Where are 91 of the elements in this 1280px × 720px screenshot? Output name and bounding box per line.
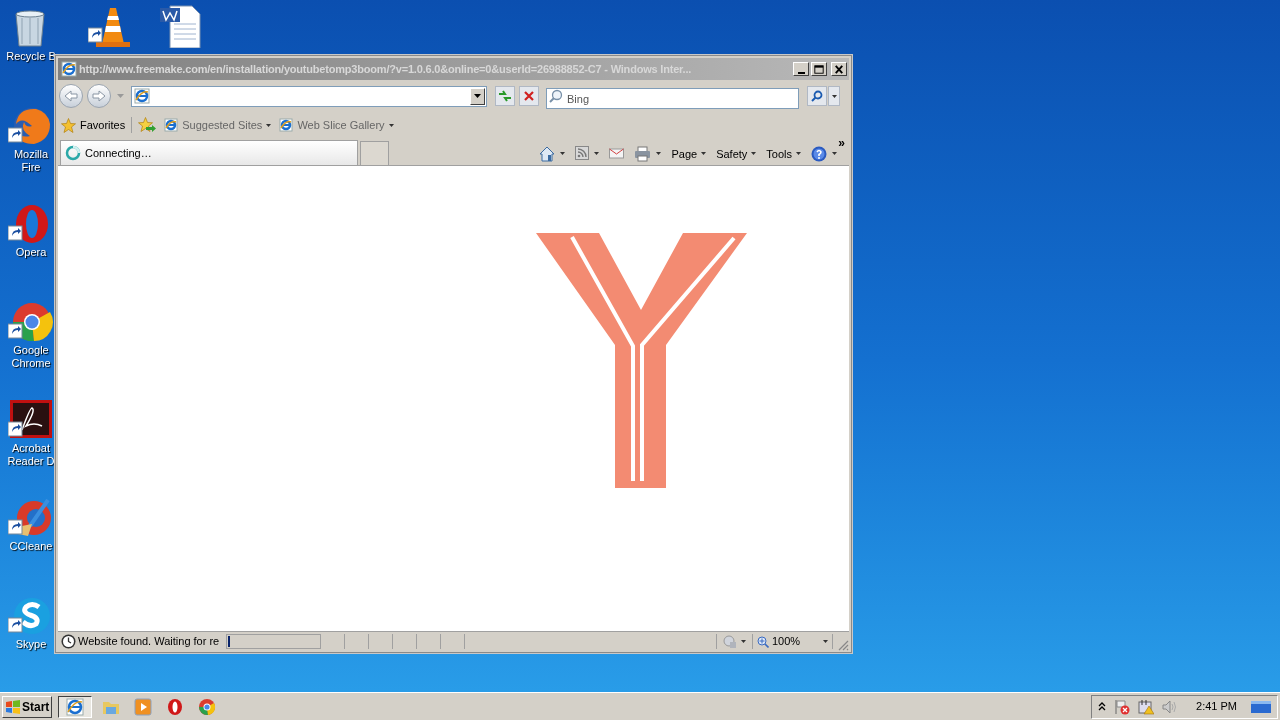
close-button[interactable] <box>831 62 847 76</box>
browser-tab[interactable]: Connecting… <box>60 140 358 165</box>
zoom-button[interactable]: 100% <box>753 634 833 649</box>
page-icon <box>164 118 179 132</box>
caret-icon <box>831 94 837 98</box>
globe-lock-icon <box>723 634 737 649</box>
chrome-icon <box>198 697 217 716</box>
maximize-icon <box>812 62 826 76</box>
new-tab-button[interactable] <box>360 141 389 165</box>
forward-button[interactable] <box>87 84 111 108</box>
caret-icon <box>594 152 600 156</box>
start-button[interactable]: Start <box>2 695 53 718</box>
caret-icon <box>796 152 801 156</box>
refresh-button[interactable] <box>495 86 515 106</box>
back-button[interactable] <box>59 84 83 108</box>
network-warning-icon <box>1138 698 1155 715</box>
caret-icon <box>474 94 481 98</box>
clock-icon <box>60 634 76 649</box>
close-icon <box>832 62 846 76</box>
caret-icon <box>560 152 566 156</box>
caret-icon <box>823 640 828 643</box>
caret-icon <box>751 152 757 156</box>
search-button[interactable] <box>807 86 827 106</box>
windows-logo-icon <box>5 699 21 714</box>
zoom-icon <box>757 635 769 648</box>
recent-pages-button[interactable] <box>115 91 125 101</box>
feed-button[interactable] <box>575 145 600 162</box>
caret-icon <box>741 640 746 643</box>
search-field[interactable]: Bing <box>546 88 799 109</box>
page-icon <box>134 88 150 104</box>
caret-icon <box>266 123 272 127</box>
home-icon <box>539 145 556 162</box>
clock[interactable]: 2:41 PM <box>1196 698 1237 715</box>
command-menu-button[interactable]: Tools <box>766 145 801 162</box>
caret-icon <box>832 152 837 156</box>
mail-button[interactable] <box>609 145 625 162</box>
help-icon <box>811 145 827 162</box>
favorites-bar-link[interactable]: Web Slice Gallery <box>279 116 394 134</box>
forward-arrow-icon <box>92 90 106 102</box>
stop-button[interactable] <box>519 86 539 106</box>
address-field[interactable] <box>131 85 487 107</box>
caret-icon <box>116 94 124 98</box>
ie-logo-icon <box>61 61 77 77</box>
star-icon <box>61 117 76 133</box>
search-options-button[interactable] <box>828 86 840 106</box>
star-arrow-icon <box>138 117 157 133</box>
chrome-icon <box>8 300 54 344</box>
printer-button[interactable] <box>634 145 662 162</box>
status-text: Website found. Waiting for re <box>78 634 221 650</box>
show-desktop-button[interactable] <box>1251 698 1271 715</box>
search-icon <box>811 90 823 102</box>
minimize-button[interactable] <box>793 62 809 76</box>
desktop-icon-label[interactable]: Mozilla Fire <box>4 148 58 174</box>
home-button[interactable] <box>539 145 566 162</box>
address-dropdown-button[interactable] <box>470 87 485 105</box>
flag-error-icon <box>1114 698 1131 715</box>
stop-icon <box>523 90 535 102</box>
more-commands-chevron[interactable]: » <box>838 136 845 150</box>
speaker-icon <box>1162 698 1179 715</box>
command-menu-button[interactable]: Safety <box>716 145 757 162</box>
maximize-button[interactable] <box>811 62 827 76</box>
desktop-icon-label[interactable]: Opera <box>15 246 47 259</box>
show-hidden-icons-button[interactable] <box>1098 702 1107 711</box>
chevron-up-icon <box>1098 702 1107 711</box>
minimize-icon <box>797 71 805 74</box>
command-menu-button[interactable]: Page <box>671 145 707 162</box>
search-icon <box>549 88 563 103</box>
taskbar-app-button[interactable] <box>58 695 93 718</box>
ie-icon <box>66 697 85 716</box>
word-document-icon <box>158 4 204 48</box>
desktop-icon-label[interactable]: CCleane <box>9 540 53 553</box>
page-icon <box>279 118 294 132</box>
caret-icon <box>701 152 707 156</box>
desktop-icon-label[interactable]: Google Chrome <box>11 344 51 370</box>
caret-icon <box>656 152 662 156</box>
favorites-bar-link[interactable]: Suggested Sites <box>164 116 272 134</box>
opera-icon <box>166 697 185 716</box>
media-player-icon <box>134 697 153 716</box>
caret-icon <box>388 123 394 127</box>
desktop-icon-label[interactable]: Acrobat Reader D <box>7 442 55 468</box>
add-to-favorites-button[interactable] <box>138 117 157 133</box>
feed-icon <box>575 145 590 162</box>
back-arrow-icon <box>64 90 78 102</box>
logo-icon <box>536 233 748 489</box>
refresh-icon <box>498 90 512 102</box>
help-button[interactable] <box>811 145 837 162</box>
printer-icon <box>634 145 652 162</box>
desktop-icon <box>1251 698 1271 715</box>
mail-icon <box>609 145 625 162</box>
loading-spinner-icon <box>65 145 81 161</box>
favorites-button[interactable]: Favorites <box>61 116 133 134</box>
